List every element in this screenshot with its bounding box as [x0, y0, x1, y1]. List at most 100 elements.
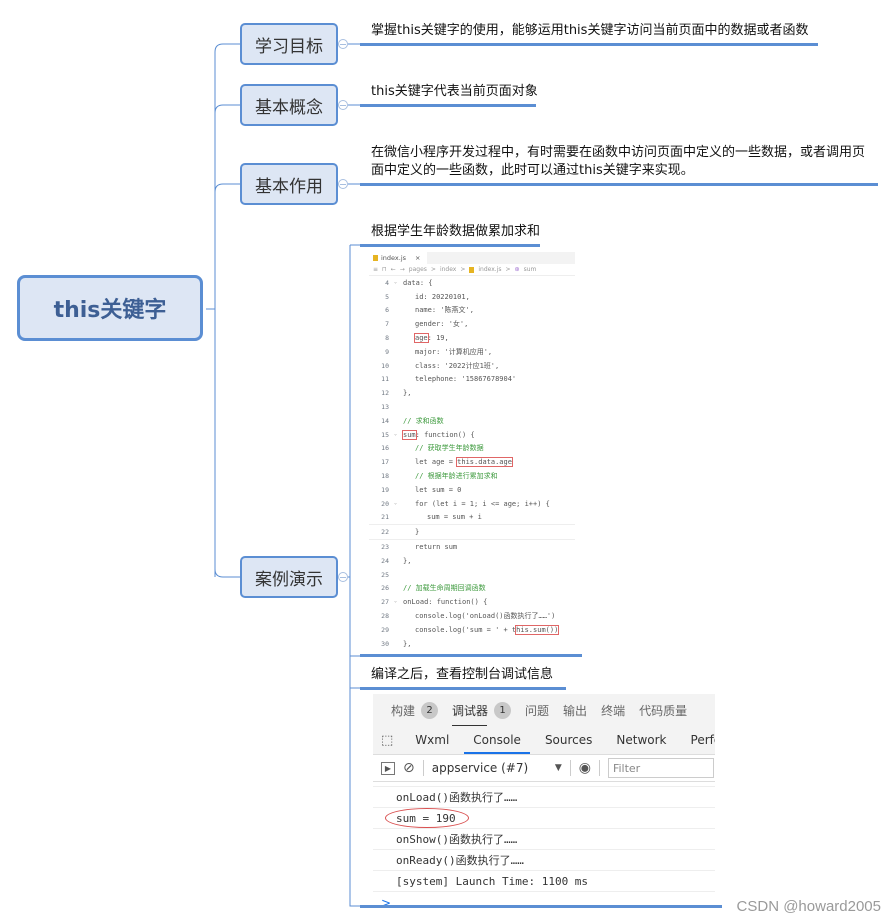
line-number: 5: [385, 292, 389, 301]
leaf-underline: [360, 183, 878, 186]
line-number: 16: [381, 444, 389, 453]
code-text: // 求和函数: [403, 416, 444, 425]
collapse-icon[interactable]: [338, 39, 348, 49]
line-number: 19: [381, 485, 389, 494]
devtools-top-tabs: 构建 2 调试器 1 问题 输出 终端 代码质量: [373, 694, 715, 726]
code-line: 12},: [369, 386, 575, 400]
code-lines: 4 ⌄ data: { 5 id: 20220101, 6 name: '陈燕文', 7 gen…: [369, 276, 575, 651]
topic-basic-concept[interactable]: 基本概念: [240, 84, 338, 126]
console-toolbar: ▶ ⊘ appservice (#7) ▼ ◉ Filter: [373, 755, 715, 782]
collapse-icon[interactable]: [338, 572, 348, 582]
line-number: 11: [381, 375, 389, 384]
divider: [422, 760, 424, 776]
clear-console-icon[interactable]: ⊘: [403, 760, 415, 776]
tab-console[interactable]: Console: [461, 726, 533, 754]
leaf-underline: [360, 687, 566, 690]
line-number: 27 ⌄: [381, 598, 397, 607]
watermark: CSDN @howard2005: [736, 898, 881, 915]
back-arrow-icon[interactable]: ←: [391, 266, 396, 273]
console-prompt[interactable]: >: [373, 892, 715, 906]
topic-learning-goal[interactable]: 学习目标: [240, 23, 338, 65]
close-icon[interactable]: ×: [415, 254, 420, 262]
code-line: 8 age: 19,: [369, 331, 575, 345]
sidebar-toggle-icon[interactable]: ▶: [381, 761, 395, 775]
context-select[interactable]: appservice (#7) ▼: [432, 761, 562, 775]
tab-network[interactable]: Network: [604, 726, 678, 754]
code-text: telephone: '15867678904': [415, 375, 517, 384]
tab-debugger[interactable]: 调试器 1: [452, 701, 512, 726]
bookmark-icon[interactable]: ⊓: [382, 266, 387, 273]
code-line: 16 // 获取学生年龄数据: [369, 442, 575, 456]
menu-icon[interactable]: ≡: [373, 266, 378, 273]
tab-output[interactable]: 输出: [563, 702, 587, 719]
console-line: onLoad()函数执行了……: [373, 787, 715, 808]
code-line: 20 ⌄ for (let i = 1; i <= age; i++) {: [369, 497, 575, 511]
code-line: 25: [369, 568, 575, 582]
divider: [598, 760, 600, 776]
filter-input[interactable]: Filter: [607, 758, 714, 778]
tab-build[interactable]: 构建 2: [391, 701, 439, 719]
line-number: 28: [381, 612, 389, 621]
tab-terminal[interactable]: 终端: [601, 702, 625, 719]
tab-problems[interactable]: 问题: [525, 702, 549, 719]
line-number: 10: [381, 361, 389, 370]
tab-code-quality[interactable]: 代码质量: [639, 702, 687, 719]
count-badge: 1: [494, 701, 512, 719]
tab-wxml[interactable]: Wxml: [403, 726, 461, 754]
topic-case-demo[interactable]: 案例演示: [240, 556, 338, 598]
code-line: 23 return sum: [369, 540, 575, 554]
code-line: 26 // 加载生命周期回调函数: [369, 582, 575, 596]
tab-sources[interactable]: Sources: [533, 726, 604, 754]
fold-chevron-icon[interactable]: ⌄: [394, 431, 397, 437]
js-file-icon: [469, 266, 475, 273]
fold-chevron-icon[interactable]: ⌄: [394, 279, 397, 285]
collapse-icon[interactable]: [338, 100, 348, 110]
forward-arrow-icon[interactable]: →: [400, 266, 405, 273]
inspect-element-icon[interactable]: ⬚: [373, 733, 403, 748]
code-line: 5 id: 20220101,: [369, 290, 575, 304]
line-number: 29: [381, 625, 389, 634]
line-number: 24: [381, 556, 389, 565]
highlight-ellipse: [385, 808, 469, 828]
code-text-highlighted: let age = this.data.age: [415, 457, 513, 468]
code-line: 15 ⌄ sum: function() {: [369, 428, 575, 442]
code-line: 17 let age = this.data.age: [369, 455, 575, 469]
leaf-underline: [360, 43, 818, 46]
code-text: name: '陈燕文',: [415, 306, 474, 315]
console-line: onShow()函数执行了……: [373, 829, 715, 850]
root-node[interactable]: this关键字: [17, 275, 203, 341]
line-number: 13: [381, 403, 389, 412]
tab-performance[interactable]: Perforr: [679, 726, 715, 754]
breadcrumb-item[interactable]: pages: [409, 266, 427, 273]
count-badge: 2: [421, 701, 439, 719]
breadcrumb-item[interactable]: index.js: [478, 266, 501, 273]
code-line: 10 class: '2022计应1班',: [369, 359, 575, 373]
collapse-icon[interactable]: [338, 179, 348, 189]
fold-chevron-icon[interactable]: ⌄: [394, 500, 397, 506]
line-number: 14: [381, 416, 389, 425]
tab-label: 代码质量: [639, 703, 688, 718]
code-text: // 根据年龄进行累加求和: [415, 472, 498, 481]
code-text: },: [403, 639, 412, 648]
breadcrumb-item[interactable]: sum: [524, 266, 537, 273]
topic-label: 基本概念: [255, 97, 323, 118]
leaf-text-case-1: 根据学生年龄数据做累加求和: [371, 224, 541, 239]
topic-basic-function[interactable]: 基本作用: [240, 163, 338, 205]
code-line: 7 gender: '女',: [369, 317, 575, 331]
code-line: 6 name: '陈燕文',: [369, 304, 575, 318]
editor-tab[interactable]: index.js ×: [369, 252, 427, 264]
code-line: 28 console.log('onLoad()函数执行了……'): [369, 609, 575, 623]
breadcrumb-item[interactable]: index: [440, 266, 456, 273]
line-number: 6: [385, 306, 389, 315]
topic-label: 学习目标: [255, 36, 323, 57]
fold-chevron-icon[interactable]: ⌄: [394, 598, 397, 604]
method-icon: ⊛: [514, 266, 520, 273]
topic-label: 基本作用: [255, 176, 323, 197]
eye-icon[interactable]: ◉: [579, 760, 591, 776]
tab-label: 输出: [563, 703, 588, 718]
console-line: onReady()函数执行了……: [373, 850, 715, 871]
code-line: 21 sum = sum + i: [369, 511, 575, 525]
code-line: 4 ⌄ data: {: [369, 276, 575, 290]
code-text: id: 20220101,: [415, 292, 470, 301]
highlight-box: sum: [402, 429, 417, 440]
